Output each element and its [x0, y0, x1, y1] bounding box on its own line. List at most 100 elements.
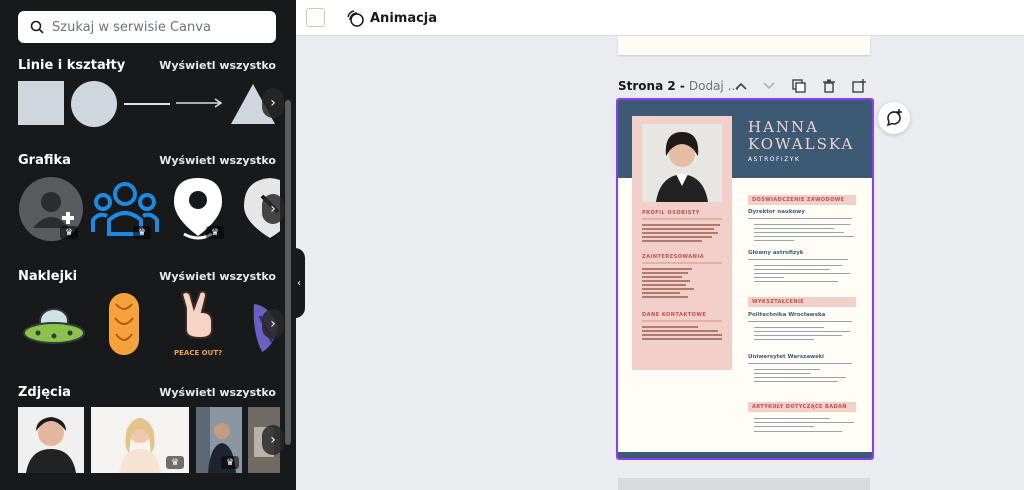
premium-crown-icon: ♛ — [221, 456, 239, 469]
premium-crown-icon: ♛ — [206, 226, 224, 239]
section-stickers: Naklejki Wyświetl wszystko — [18, 267, 276, 285]
page-2-header: Strona 2 - Dodaj ... — [618, 76, 870, 96]
premium-crown-icon: ♛ — [60, 226, 78, 239]
text-line — [642, 236, 712, 238]
search-icon — [30, 20, 44, 34]
interests-heading: ZAINTERESOWANIA — [642, 254, 705, 260]
square-shape[interactable] — [18, 81, 64, 125]
delete-page-icon[interactable] — [820, 77, 838, 95]
experience-heading: DOŚWIADCZENIE ZAWODOWE — [748, 195, 856, 205]
chevron-down-icon[interactable] — [760, 77, 778, 95]
text-line — [748, 259, 848, 261]
text-line — [642, 292, 680, 294]
panel-scrollbar[interactable] — [285, 100, 291, 445]
text-line — [642, 268, 692, 270]
text-line — [754, 273, 850, 275]
school-name: Politechnika Wrocławska — [748, 312, 826, 318]
tree-ring-sticker[interactable] — [106, 290, 142, 358]
profile-heading: PROFIL OSOBISTY — [642, 210, 700, 216]
text-line — [754, 339, 814, 341]
text-line — [754, 381, 838, 383]
job-title: Główny astrofizyk — [748, 250, 804, 256]
section-photos: Zdjęcia Wyświetl wszystko — [18, 383, 276, 401]
text-line — [754, 269, 830, 271]
text-line — [642, 280, 690, 282]
text-line — [754, 373, 810, 375]
add-comment-button[interactable] — [878, 102, 910, 134]
page-1-canvas[interactable] — [618, 36, 870, 55]
section-title: Grafika — [18, 152, 71, 168]
animation-button[interactable]: Animacja — [346, 9, 437, 27]
chevron-right-icon[interactable]: › — [262, 425, 284, 455]
search-placeholder: Szukaj w serwisie Canva — [52, 19, 211, 35]
text-line — [754, 224, 850, 226]
chevron-right-icon[interactable]: › — [262, 309, 284, 339]
section-lines-shapes: Linie i kształty Wyświetl wszystko — [18, 56, 276, 74]
text-line — [642, 288, 694, 290]
circle-shape[interactable] — [71, 81, 117, 127]
section-title: Zdjęcia — [18, 384, 71, 400]
comment-plus-icon — [886, 109, 902, 127]
ufo-sticker[interactable] — [22, 305, 86, 347]
text-line — [754, 418, 830, 420]
add-page-bar[interactable] — [618, 478, 870, 490]
see-all-link[interactable]: Wyświetl wszystko — [159, 270, 276, 283]
text-line — [754, 265, 842, 267]
text-line — [748, 363, 852, 365]
section-title: Linie i kształty — [18, 57, 126, 73]
text-line — [642, 224, 720, 226]
resume-first-name[interactable]: HANNA — [748, 118, 819, 136]
section-title: Naklejki — [18, 268, 78, 284]
photo-thumbnail-woman-glasses[interactable] — [18, 407, 84, 473]
text-line — [754, 327, 824, 329]
text-line — [754, 228, 834, 230]
text-line — [642, 330, 718, 332]
resume-profile-photo[interactable] — [642, 124, 722, 202]
text-line — [754, 331, 850, 333]
see-all-link[interactable]: Wyświetl wszystko — [159, 59, 276, 72]
text-line — [754, 335, 842, 337]
text-line — [642, 228, 714, 230]
page-2-canvas-selected[interactable]: PROFIL OSOBISTY ZAINTERESOWANIA DANE KON… — [616, 98, 874, 460]
animation-label: Animacja — [370, 10, 438, 26]
text-line — [754, 232, 844, 234]
add-page-icon[interactable] — [850, 77, 868, 95]
chevron-up-icon[interactable] — [732, 77, 750, 95]
see-all-link[interactable]: Wyświetl wszystko — [159, 154, 276, 167]
chevron-right-icon[interactable]: › — [262, 194, 284, 224]
line-shape[interactable] — [124, 103, 170, 105]
contact-heading: DANE KONTAKTOWE — [642, 312, 707, 318]
text-line — [748, 218, 852, 220]
chevron-left-icon: ‹ — [297, 277, 301, 289]
text-line — [642, 334, 722, 336]
premium-crown-icon: ♛ — [166, 456, 184, 469]
text-line — [754, 377, 846, 379]
text-line — [642, 276, 682, 278]
text-line — [754, 369, 820, 371]
editor-toolbar: Animacja — [296, 0, 1024, 36]
arrow-line-shape[interactable] — [176, 97, 224, 109]
articles-heading: ARTYKUŁY DOTYCZĄCE BADAŃ — [748, 402, 856, 412]
duplicate-page-icon[interactable] — [790, 77, 808, 95]
resume-last-name[interactable]: KOWALSKA — [748, 135, 854, 153]
text-line — [754, 240, 794, 242]
resume-left-column: PROFIL OSOBISTY ZAINTERESOWANIA DANE KON… — [632, 116, 732, 370]
see-all-link[interactable]: Wyświetl wszystko — [159, 386, 276, 399]
text-line — [642, 326, 698, 328]
text-line — [642, 338, 722, 340]
collapse-panel-button[interactable]: ‹ — [293, 248, 305, 318]
text-line — [754, 426, 814, 428]
background-color-swatch[interactable] — [306, 8, 325, 27]
divider — [642, 320, 722, 322]
chevron-right-icon[interactable]: › — [262, 88, 284, 118]
peace-hand-sticker[interactable] — [172, 290, 220, 340]
text-line — [754, 236, 854, 238]
animation-icon — [347, 10, 364, 27]
resume-role[interactable]: ASTROFIZYK — [748, 156, 800, 163]
text-line — [642, 272, 688, 274]
school-name: Uniwersytet Warszawski — [748, 354, 824, 360]
education-heading: WYKSZTAŁCENIE — [748, 297, 856, 307]
search-input[interactable]: Szukaj w serwisie Canva — [18, 11, 276, 43]
text-line — [642, 232, 718, 234]
text-line — [748, 321, 852, 323]
